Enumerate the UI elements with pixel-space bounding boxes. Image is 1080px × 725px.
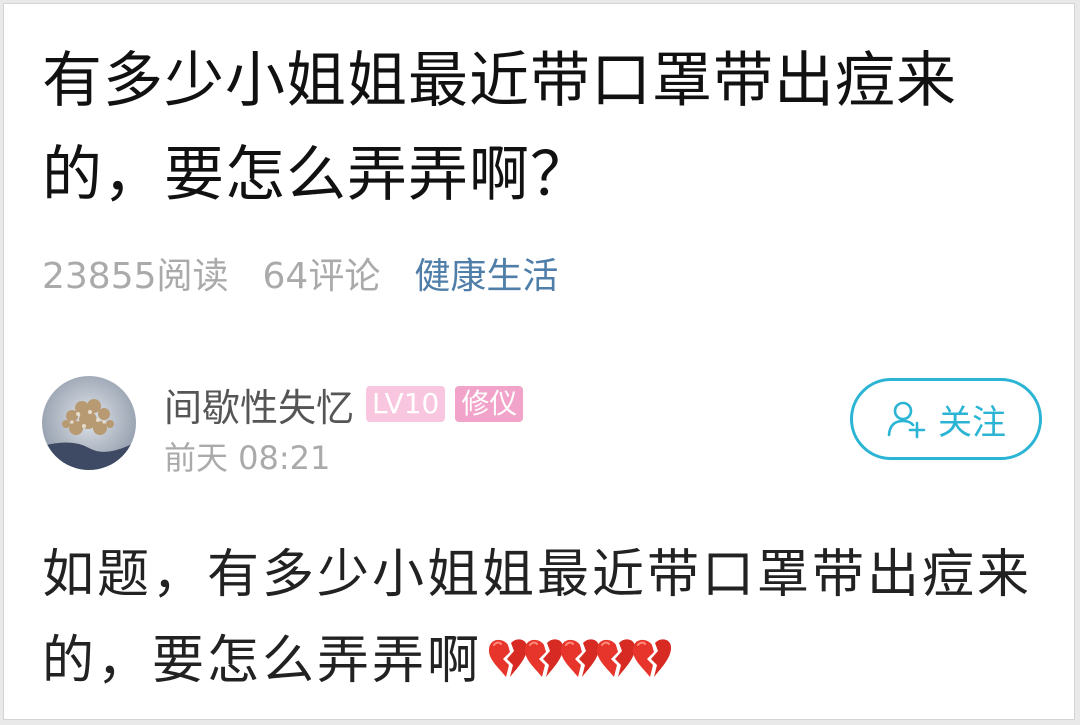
post-title: 有多少小姐姐最近带口罩带出痘来的，要怎么弄弄啊？ (42, 46, 957, 210)
post-time: 前天 08:21 (164, 439, 331, 477)
post-card: 有多少小姐姐最近带口罩带出痘来的，要怎么弄弄啊？ 23855阅读 64评论 健康… (3, 3, 1075, 720)
add-user-icon (887, 401, 926, 439)
author-name[interactable]: 间歇性失忆 (164, 377, 354, 432)
avatar-image (42, 376, 136, 470)
level-badge: LV10 (366, 386, 446, 422)
comment-count[interactable]: 64评论 (263, 247, 381, 299)
follow-label: 关注 (938, 402, 1006, 443)
rank-badge: 修仪 (455, 386, 524, 422)
author-info: 间歇性失忆 LV10 修仪 (164, 376, 533, 432)
avatar[interactable] (42, 376, 136, 470)
post-meta: 23855阅读 64评论 健康生活 (42, 248, 558, 298)
follow-button[interactable]: 关注 (850, 378, 1042, 460)
topic-link[interactable]: 健康生活 (414, 247, 558, 299)
post-body: 如题，有多少小姐姐最近带口罩带出痘来的，要怎么弄弄啊 (42, 532, 1052, 707)
broken-heart-icon (632, 639, 672, 677)
read-count: 23855阅读 (42, 256, 229, 297)
broken-heart-emojis (486, 621, 674, 707)
